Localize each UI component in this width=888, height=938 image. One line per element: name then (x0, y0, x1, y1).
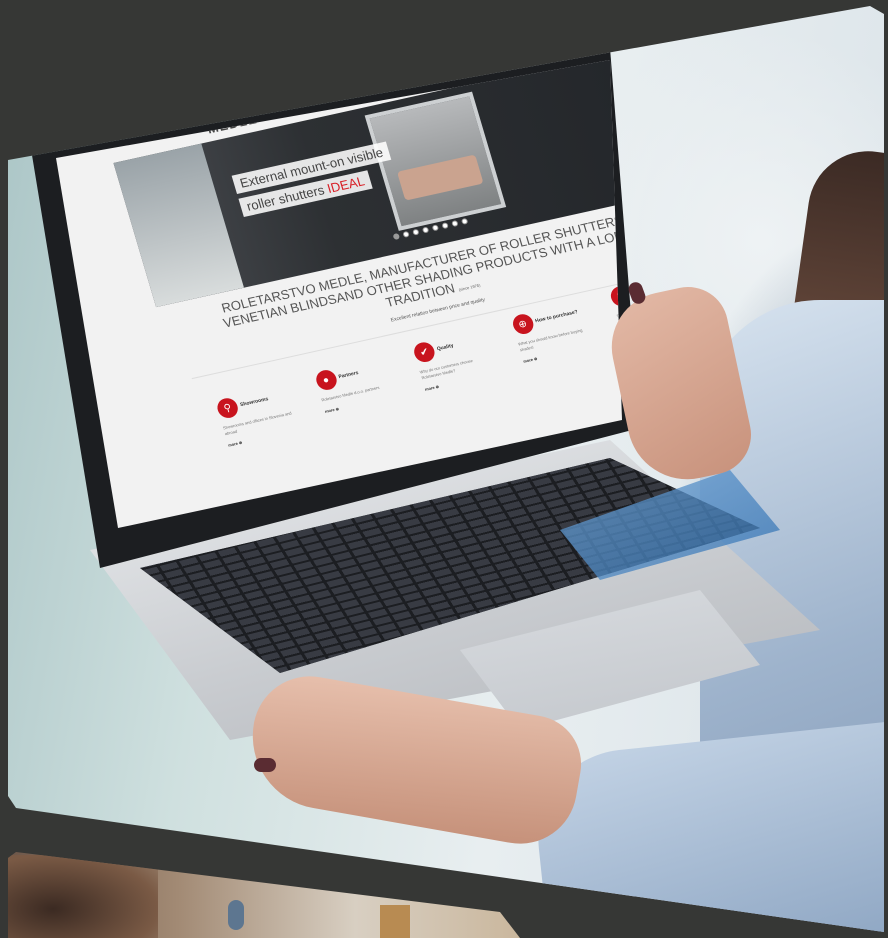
background-object (228, 900, 244, 930)
headline-since: (since 1976) (458, 282, 481, 293)
slider-dot[interactable] (392, 232, 401, 241)
slider-dot[interactable] (421, 226, 430, 234)
cart-icon: ⊕ (510, 312, 536, 336)
nav-item[interactable]: Roller garage doors (437, 67, 473, 79)
logo-bar (204, 111, 234, 120)
feature-title: Showrooms (239, 396, 270, 409)
feature-title: Partners (337, 370, 360, 381)
more-label: more (324, 407, 336, 415)
nav-item[interactable]: Other shades (517, 60, 542, 61)
feature-item: ✔ Quality Why do our customers choose Role… (411, 330, 498, 404)
slider-dot[interactable] (412, 228, 420, 236)
slider-dot[interactable] (451, 219, 459, 228)
more-label: more (424, 384, 436, 392)
slider-dot[interactable] (460, 217, 469, 225)
slider-dot[interactable] (431, 224, 440, 232)
nav-item[interactable]: Doors and windows (477, 60, 513, 70)
slider-dot[interactable] (441, 222, 449, 230)
slider-dot[interactable] (402, 230, 410, 238)
feature-item: ⚲ Showrooms Showrooms and offices in Slove… (215, 385, 297, 448)
fingernail (254, 758, 276, 772)
photo-composition: MEDLE Roller shutters Venetian blinds In… (0, 0, 888, 938)
hero-wall (113, 143, 244, 308)
feature-title: How to purchase? (534, 309, 579, 325)
feature-item: ⊕ How to purchase? What you should know be… (510, 302, 597, 382)
nav-item[interactable]: Sunbreakers (409, 76, 433, 86)
feature-title: Quality (436, 342, 455, 353)
more-label: more (522, 356, 534, 364)
hero-window (364, 91, 507, 231)
thumbs-up-icon: ✔ (411, 340, 437, 364)
location-pin-icon: ⚲ (215, 396, 241, 420)
more-label: more (227, 440, 239, 448)
hero-caption-accent: IDEAL (325, 173, 367, 196)
hair (8, 855, 158, 938)
laptop-photo-panel: MEDLE Roller shutters Venetian blinds In… (8, 6, 884, 932)
background-object (380, 905, 410, 938)
feature-item: ● Partners Roletarstvo Medle d.o.o. partne… (313, 358, 397, 426)
person-icon: ● (313, 368, 339, 392)
sleeve (529, 721, 884, 932)
